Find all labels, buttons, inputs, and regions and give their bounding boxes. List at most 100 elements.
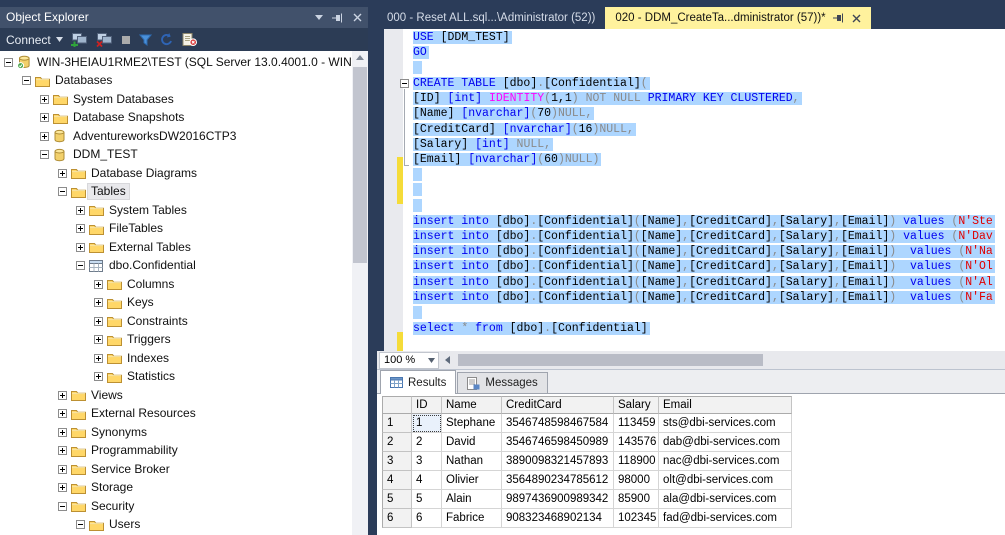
code-line[interactable]: insert into [dbo].[Confidential]([Name],… bbox=[384, 290, 1005, 305]
results-tab-messages[interactable]: Messages bbox=[457, 372, 548, 393]
grid-row-header[interactable]: 6 bbox=[382, 509, 412, 528]
code-line[interactable]: USE [DDM_TEST] bbox=[384, 30, 1005, 45]
grid-column-header-creditcard[interactable]: CreditCard bbox=[502, 396, 614, 414]
tree-item-dbo-confidential[interactable]: dbo.Confidential bbox=[0, 257, 368, 276]
expand-icon[interactable] bbox=[76, 205, 85, 215]
tree-item-triggers[interactable]: Triggers bbox=[0, 331, 368, 350]
tree-item-system-tables[interactable]: System Tables bbox=[0, 201, 368, 220]
tree-item-columns[interactable]: Columns bbox=[0, 275, 368, 294]
collapse-icon[interactable] bbox=[40, 150, 49, 160]
grid-column-header-email[interactable]: Email bbox=[659, 396, 792, 414]
grid-cell[interactable]: 3564890234785612 bbox=[502, 471, 614, 490]
grid-cell[interactable]: nac@dbi-services.com bbox=[659, 452, 792, 471]
tree-item-users[interactable]: Users bbox=[0, 516, 368, 535]
results-grid[interactable]: ID Name CreditCard Salary Email 1 1 Stephane 354… bbox=[382, 396, 792, 528]
expand-icon[interactable] bbox=[58, 446, 67, 456]
grid-cell[interactable]: ala@dbi-services.com bbox=[659, 490, 792, 509]
tree-item-ddm-test[interactable]: DDM_TEST bbox=[0, 146, 368, 165]
collapse-icon[interactable] bbox=[76, 261, 85, 271]
scrollbar-thumb[interactable] bbox=[458, 354, 763, 366]
document-tab-0[interactable]: 000 - Reset ALL.sql...\Administrator (52… bbox=[377, 7, 605, 29]
grid-cell[interactable]: 98000 bbox=[614, 471, 659, 490]
scrollbar-thumb[interactable] bbox=[353, 67, 367, 263]
tree-item-constraints[interactable]: Constraints bbox=[0, 312, 368, 331]
stop-icon[interactable] bbox=[121, 35, 131, 45]
tree-item-synonyms[interactable]: Synonyms bbox=[0, 423, 368, 442]
code-line[interactable]: [Name] [nvarchar](70)NULL, bbox=[384, 106, 1005, 121]
code-line[interactable]: insert into [dbo].[Confidential]([Name],… bbox=[384, 229, 1005, 244]
grid-cell[interactable]: 1 bbox=[412, 414, 442, 433]
tree-item-database-diagrams[interactable]: Database Diagrams bbox=[0, 164, 368, 183]
pin-icon[interactable] bbox=[832, 13, 845, 23]
tree-item-keys[interactable]: Keys bbox=[0, 294, 368, 313]
tree-item-databases[interactable]: Databases bbox=[0, 72, 368, 91]
grid-cell[interactable]: 118900 bbox=[614, 452, 659, 471]
tree-vertical-scrollbar[interactable] bbox=[352, 51, 368, 535]
close-icon[interactable] bbox=[852, 14, 861, 23]
grid-cell[interactable]: sts@dbi-services.com bbox=[659, 414, 792, 433]
grid-cell[interactable]: 3890098321457893 bbox=[502, 452, 614, 471]
filter-icon[interactable] bbox=[138, 34, 152, 46]
grid-cell[interactable]: 908323468902134 bbox=[502, 509, 614, 528]
grid-column-header-salary[interactable]: Salary bbox=[614, 396, 659, 414]
tree-item-programmability[interactable]: Programmability bbox=[0, 442, 368, 461]
grid-column-header[interactable] bbox=[382, 396, 412, 414]
code-line[interactable] bbox=[384, 305, 1005, 320]
tree-item-filetables[interactable]: FileTables bbox=[0, 220, 368, 239]
code-line[interactable]: insert into [dbo].[Confidential]([Name],… bbox=[384, 214, 1005, 229]
grid-cell[interactable]: olt@dbi-services.com bbox=[659, 471, 792, 490]
tree-item-win-3heiau1rme2-test-sql-serve[interactable]: WIN-3HEIAU1RME2\TEST (SQL Server 13.0.40… bbox=[0, 53, 368, 72]
code-line[interactable]: GO bbox=[384, 45, 1005, 60]
grid-cell[interactable]: 85900 bbox=[614, 490, 659, 509]
grid-row-header[interactable]: 1 bbox=[382, 414, 412, 433]
connect-server-icon[interactable] bbox=[70, 32, 88, 47]
code-line[interactable]: CREATE TABLE [dbo].[Confidential]( bbox=[384, 76, 1005, 91]
grid-cell[interactable]: Nathan bbox=[442, 452, 502, 471]
expand-icon[interactable] bbox=[94, 335, 103, 345]
code-line[interactable]: insert into [dbo].[Confidential]([Name],… bbox=[384, 244, 1005, 259]
object-explorer-tree[interactable]: WIN-3HEIAU1RME2\TEST (SQL Server 13.0.40… bbox=[0, 51, 368, 535]
grid-cell[interactable]: Olivier bbox=[442, 471, 502, 490]
sql-editor[interactable]: USE [DDM_TEST] GO CREATE TABLE [dbo].[Conf… bbox=[384, 29, 1005, 351]
grid-cell[interactable]: 102345 bbox=[614, 509, 659, 528]
code-line[interactable]: [ID] [int] IDENTITY(1,1) NOT NULL PRIMAR… bbox=[384, 91, 1005, 106]
code-line[interactable]: insert into [dbo].[Confidential]([Name],… bbox=[384, 259, 1005, 274]
expand-icon[interactable] bbox=[58, 168, 67, 178]
grid-cell[interactable]: Stephane bbox=[442, 414, 502, 433]
tree-item-tables[interactable]: Tables bbox=[0, 183, 368, 202]
expand-icon[interactable] bbox=[94, 298, 103, 308]
tree-item-database-snapshots[interactable]: Database Snapshots bbox=[0, 109, 368, 128]
expand-icon[interactable] bbox=[58, 464, 67, 474]
combo-dropdown-icon[interactable] bbox=[428, 357, 435, 363]
results-tab-results[interactable]: Results bbox=[380, 370, 457, 394]
collapse-icon[interactable] bbox=[4, 57, 13, 67]
document-tab-1[interactable]: 020 - DDM_CreateTa...dministrator (57))* bbox=[605, 7, 871, 29]
zoom-level-combo[interactable]: 100 % bbox=[379, 351, 439, 369]
grid-row-header[interactable]: 5 bbox=[382, 490, 412, 509]
grid-cell[interactable]: 143576 bbox=[614, 433, 659, 452]
code-line[interactable]: [CreditCard] [nvarchar](16)NULL, bbox=[384, 122, 1005, 137]
grid-cell[interactable]: dab@dbi-services.com bbox=[659, 433, 792, 452]
code-line[interactable] bbox=[384, 198, 1005, 213]
grid-cell[interactable]: 5 bbox=[412, 490, 442, 509]
collapse-icon[interactable] bbox=[58, 187, 67, 197]
expand-icon[interactable] bbox=[58, 483, 67, 493]
scroll-left-arrow-icon[interactable] bbox=[445, 356, 450, 364]
code-line[interactable]: [Salary] [int] NULL, bbox=[384, 137, 1005, 152]
expand-icon[interactable] bbox=[76, 242, 85, 252]
grid-column-header-name[interactable]: Name bbox=[442, 396, 502, 414]
scroll-up-arrow-icon[interactable] bbox=[356, 55, 364, 60]
disconnect-server-icon[interactable] bbox=[96, 32, 113, 47]
tree-item-service-broker[interactable]: Service Broker bbox=[0, 460, 368, 479]
expand-icon[interactable] bbox=[94, 316, 103, 326]
expand-icon[interactable] bbox=[76, 224, 85, 234]
tree-item-statistics[interactable]: Statistics bbox=[0, 368, 368, 387]
grid-cell[interactable]: 3546746598450989 bbox=[502, 433, 614, 452]
tree-item-external-tables[interactable]: External Tables bbox=[0, 238, 368, 257]
refresh-icon[interactable] bbox=[160, 33, 174, 46]
code-line[interactable]: select * from [dbo].[Confidential] bbox=[384, 321, 1005, 336]
expand-icon[interactable] bbox=[40, 94, 49, 104]
tree-item-system-databases[interactable]: System Databases bbox=[0, 90, 368, 109]
tree-item-storage[interactable]: Storage bbox=[0, 479, 368, 498]
window-position-icon[interactable] bbox=[315, 15, 323, 20]
